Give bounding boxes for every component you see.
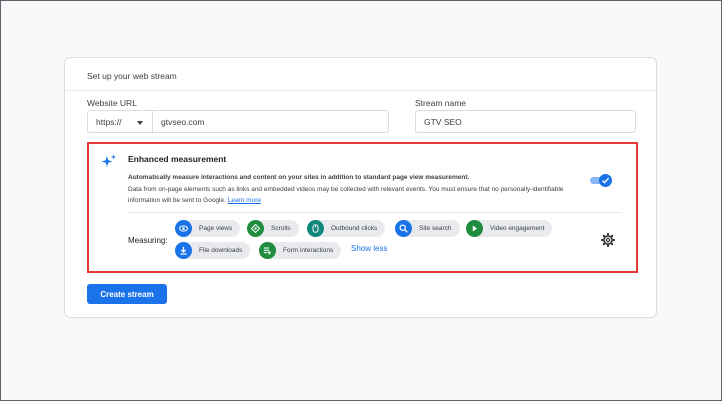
check-icon <box>602 177 610 184</box>
form-icon <box>259 242 276 259</box>
section-divider <box>128 212 622 213</box>
enhanced-measurement-toggle[interactable] <box>590 174 612 187</box>
card-divider <box>65 90 656 91</box>
chip-label: Outbound clicks <box>331 225 378 232</box>
caret-down-icon <box>137 121 143 125</box>
chip-scrolls[interactable]: Scrolls <box>247 220 299 237</box>
chip-page-views[interactable]: Page views <box>175 220 241 237</box>
chip-label: File downloads <box>199 247 243 254</box>
website-url-input[interactable]: gtvseo.com <box>153 110 389 133</box>
stream-name-label: Stream name <box>415 98 467 108</box>
enhanced-measurement-section: Enhanced measurement Automatically measu… <box>87 142 638 273</box>
chip-video-engagement[interactable]: Video engagement <box>466 220 553 237</box>
description-text: Data from on-page elements such as links… <box>128 186 564 204</box>
show-less-link[interactable]: Show less <box>351 244 387 253</box>
chip-form-interactions[interactable]: Form interactions <box>259 242 342 259</box>
chip-label: Video engagement <box>490 225 545 232</box>
enhanced-measurement-summary: Automatically measure interactions and c… <box>128 174 470 181</box>
eye-icon <box>175 220 192 237</box>
crosshair-icon <box>247 220 264 237</box>
chip-label: Form interactions <box>283 247 334 254</box>
create-stream-button[interactable]: Create stream <box>87 284 167 304</box>
enhanced-measurement-description: Data from on-page elements such as links… <box>128 184 568 206</box>
website-url-label: Website URL <box>87 98 137 108</box>
mouse-icon <box>307 220 324 237</box>
chip-label: Page views <box>199 225 233 232</box>
chip-outbound-clicks[interactable]: Outbound clicks <box>307 220 386 237</box>
chip-label: Site search <box>419 225 452 232</box>
measuring-label: Measuring: <box>128 236 168 245</box>
search-icon <box>395 220 412 237</box>
chip-site-search[interactable]: Site search <box>395 220 460 237</box>
protocol-select[interactable]: https:// <box>87 110 153 133</box>
web-stream-card: Set up your web stream Website URL https… <box>64 57 657 318</box>
toggle-knob <box>599 174 612 187</box>
stream-name-input[interactable]: GTV SEO <box>415 110 636 133</box>
card-title: Set up your web stream <box>87 71 177 81</box>
play-icon <box>466 220 483 237</box>
chip-file-downloads[interactable]: File downloads <box>175 242 251 259</box>
sparkle-icon <box>101 154 116 167</box>
enhanced-measurement-title: Enhanced measurement <box>128 154 227 164</box>
download-icon <box>175 242 192 259</box>
gear-icon[interactable] <box>601 233 615 247</box>
learn-more-link[interactable]: Learn more <box>228 197 261 204</box>
protocol-value: https:// <box>96 117 122 127</box>
chip-label: Scrolls <box>271 225 291 232</box>
